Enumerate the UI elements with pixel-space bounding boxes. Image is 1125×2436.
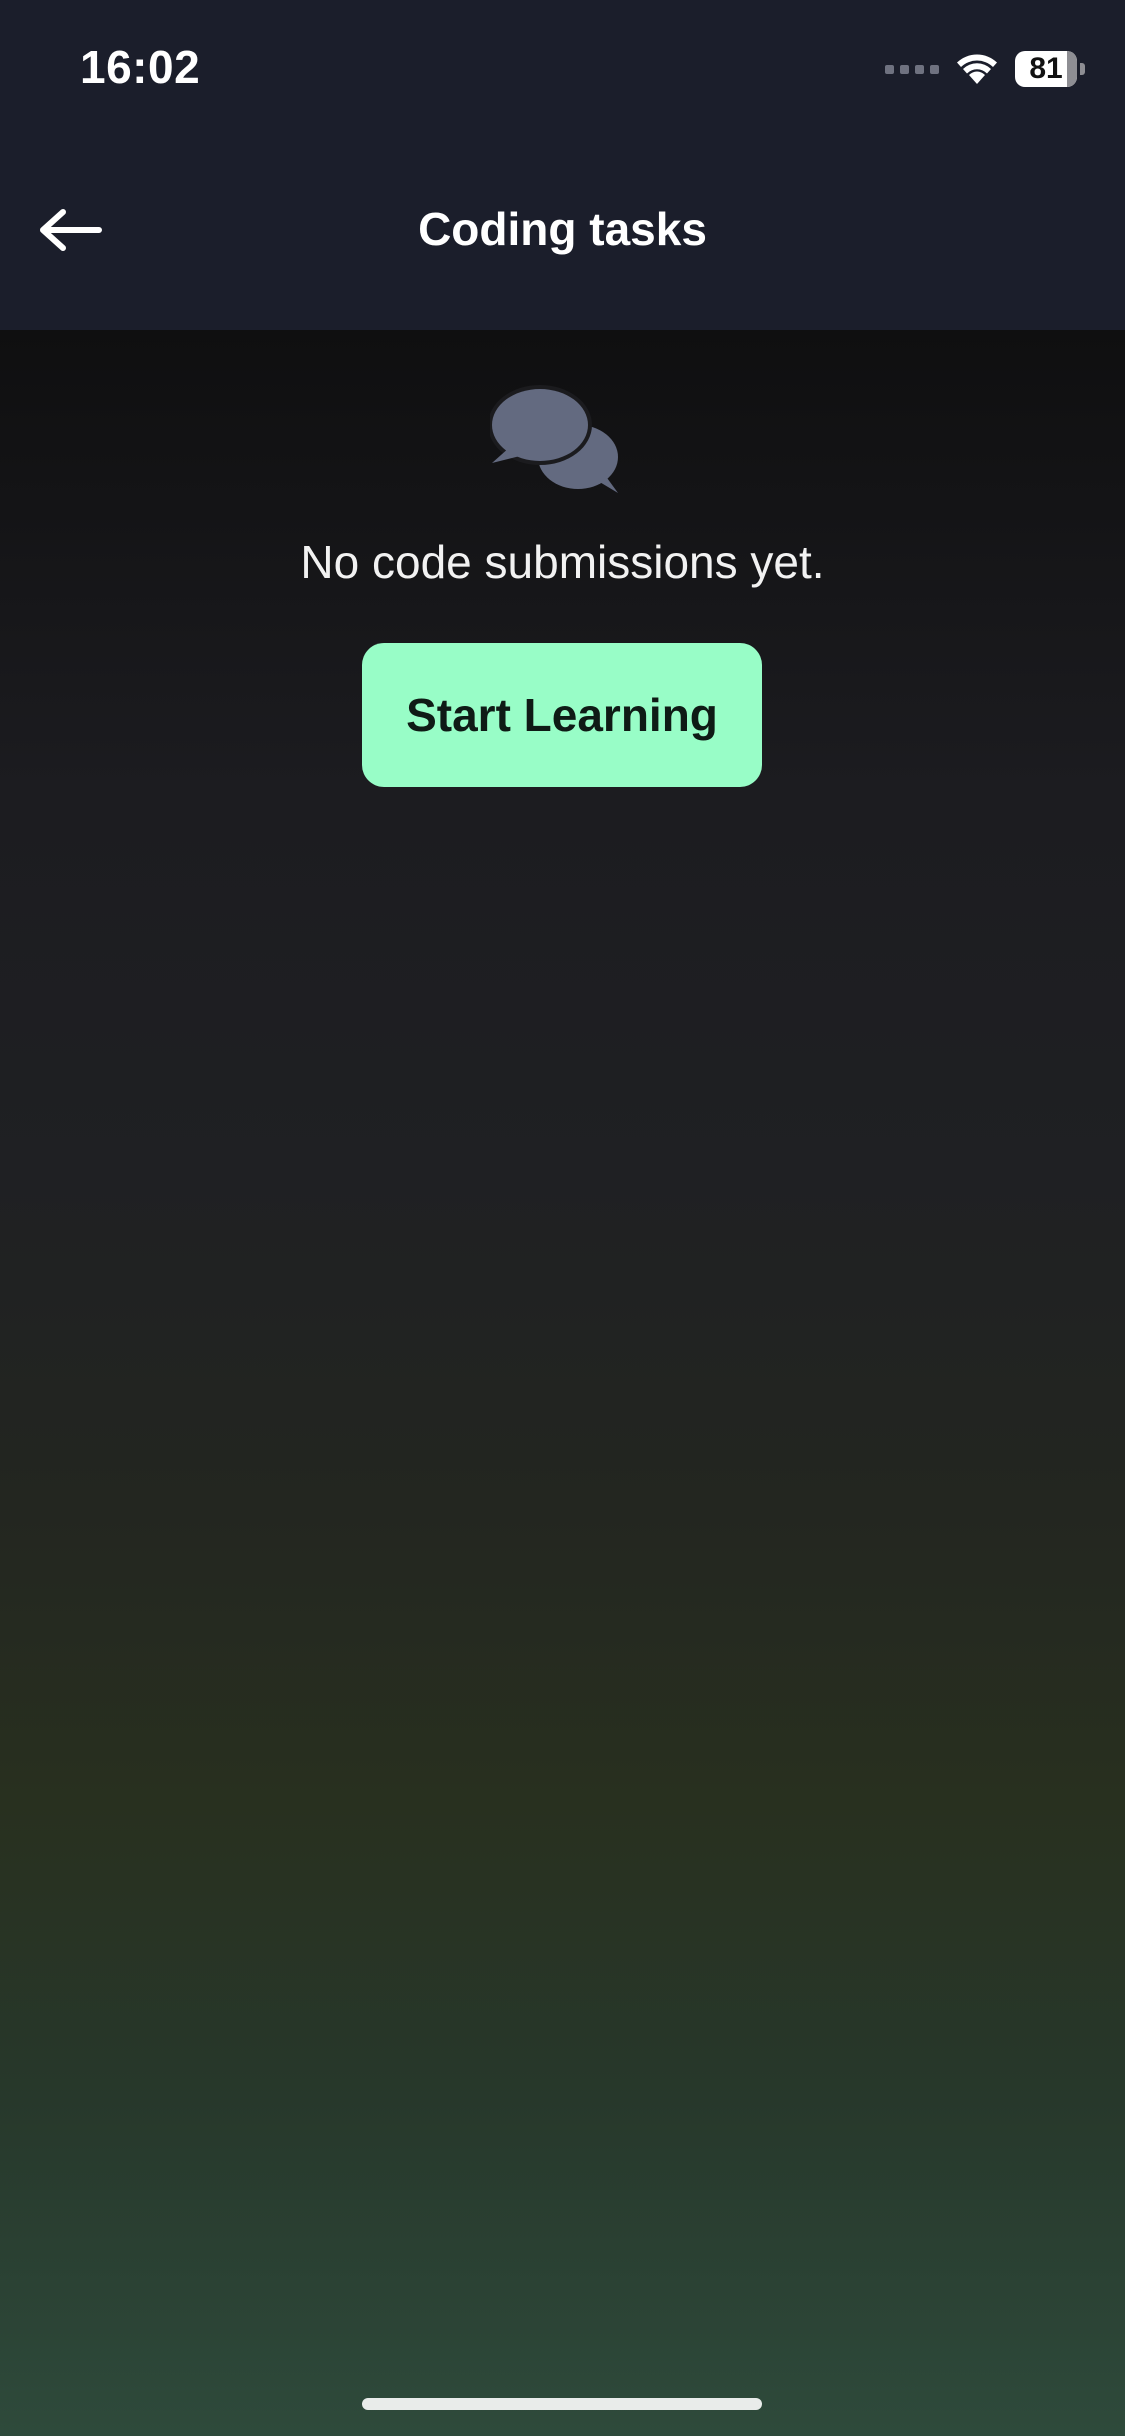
battery-icon: 81 [1015, 51, 1085, 87]
chat-bubbles-icon [490, 385, 618, 493]
home-indicator[interactable] [362, 2398, 762, 2410]
signal-dots-icon [885, 64, 939, 74]
page-title: Coding tasks [418, 203, 707, 255]
empty-state-message: No code submissions yet. [300, 536, 825, 588]
start-learning-button[interactable]: Start Learning [362, 643, 762, 787]
navigation-bar: Coding tasks [0, 170, 1125, 290]
battery-level: 81 [1029, 52, 1063, 85]
status-time: 16:02 [80, 41, 201, 93]
main-content: No code submissions yet. Start Learning [0, 330, 1125, 2436]
wifi-icon [957, 54, 997, 84]
status-bar: 16:02 81 [0, 0, 1125, 140]
top-bar: 16:02 81 Coding tasks [0, 0, 1125, 330]
status-icons: 81 [885, 46, 1085, 92]
